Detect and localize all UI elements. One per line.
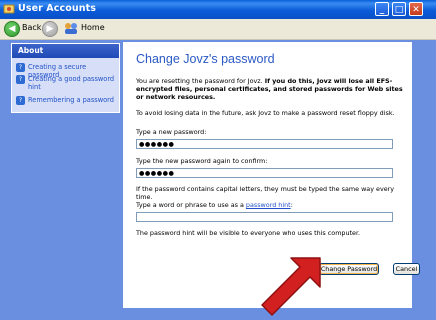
maximize-button[interactable]: □: [392, 2, 406, 16]
confirm-password-label: Type the new password again to confirm:: [136, 157, 268, 165]
confirm-password-input[interactable]: ●●●●●●: [136, 168, 393, 178]
toolbar: ◀ Back ▶ Home: [0, 19, 436, 40]
title-bar: User Accounts _ □ ✕: [0, 0, 436, 19]
about-panel: About ? Creating a secure password ? Cre…: [11, 43, 120, 113]
home-button-label[interactable]: Home: [81, 23, 105, 32]
cancel-button[interactable]: Cancel: [393, 263, 420, 275]
hint-visibility-note: The password hint will be visible to eve…: [136, 229, 361, 237]
new-password-label: Type a new password:: [136, 128, 207, 136]
capital-letters-note: If the password contains capital letters…: [136, 185, 395, 201]
new-password-input[interactable]: ●●●●●●: [136, 139, 393, 149]
forward-arrow-icon[interactable]: ▶: [42, 21, 58, 37]
user-accounts-window: User Accounts _ □ ✕ ◀ Back ▶ Home About …: [0, 0, 436, 320]
about-panel-header: About: [12, 44, 119, 58]
password-hint-input[interactable]: [136, 212, 393, 222]
password-hint-label: Type a word or phrase to use as a passwo…: [136, 201, 293, 209]
help-icon: ?: [16, 96, 25, 105]
back-button-label[interactable]: Back: [22, 23, 41, 32]
user-accounts-icon: [3, 4, 15, 14]
help-icon: ?: [16, 75, 25, 84]
red-arrow-icon: [261, 257, 321, 316]
password-hint-link[interactable]: password hint: [246, 201, 291, 209]
change-password-button[interactable]: Change Password: [319, 263, 379, 275]
warning-text: You are resetting the password for Jovz.…: [136, 77, 403, 101]
close-button[interactable]: ✕: [409, 2, 423, 16]
page-title: Change Jovz's password: [136, 52, 275, 66]
home-icon[interactable]: [63, 20, 79, 36]
help-icon: ?: [16, 63, 25, 72]
minimize-button[interactable]: _: [375, 2, 389, 16]
back-arrow-icon[interactable]: ◀: [4, 21, 20, 37]
window-title: User Accounts: [18, 3, 96, 14]
reset-disk-text: To avoid losing data in the future, ask …: [136, 109, 395, 117]
